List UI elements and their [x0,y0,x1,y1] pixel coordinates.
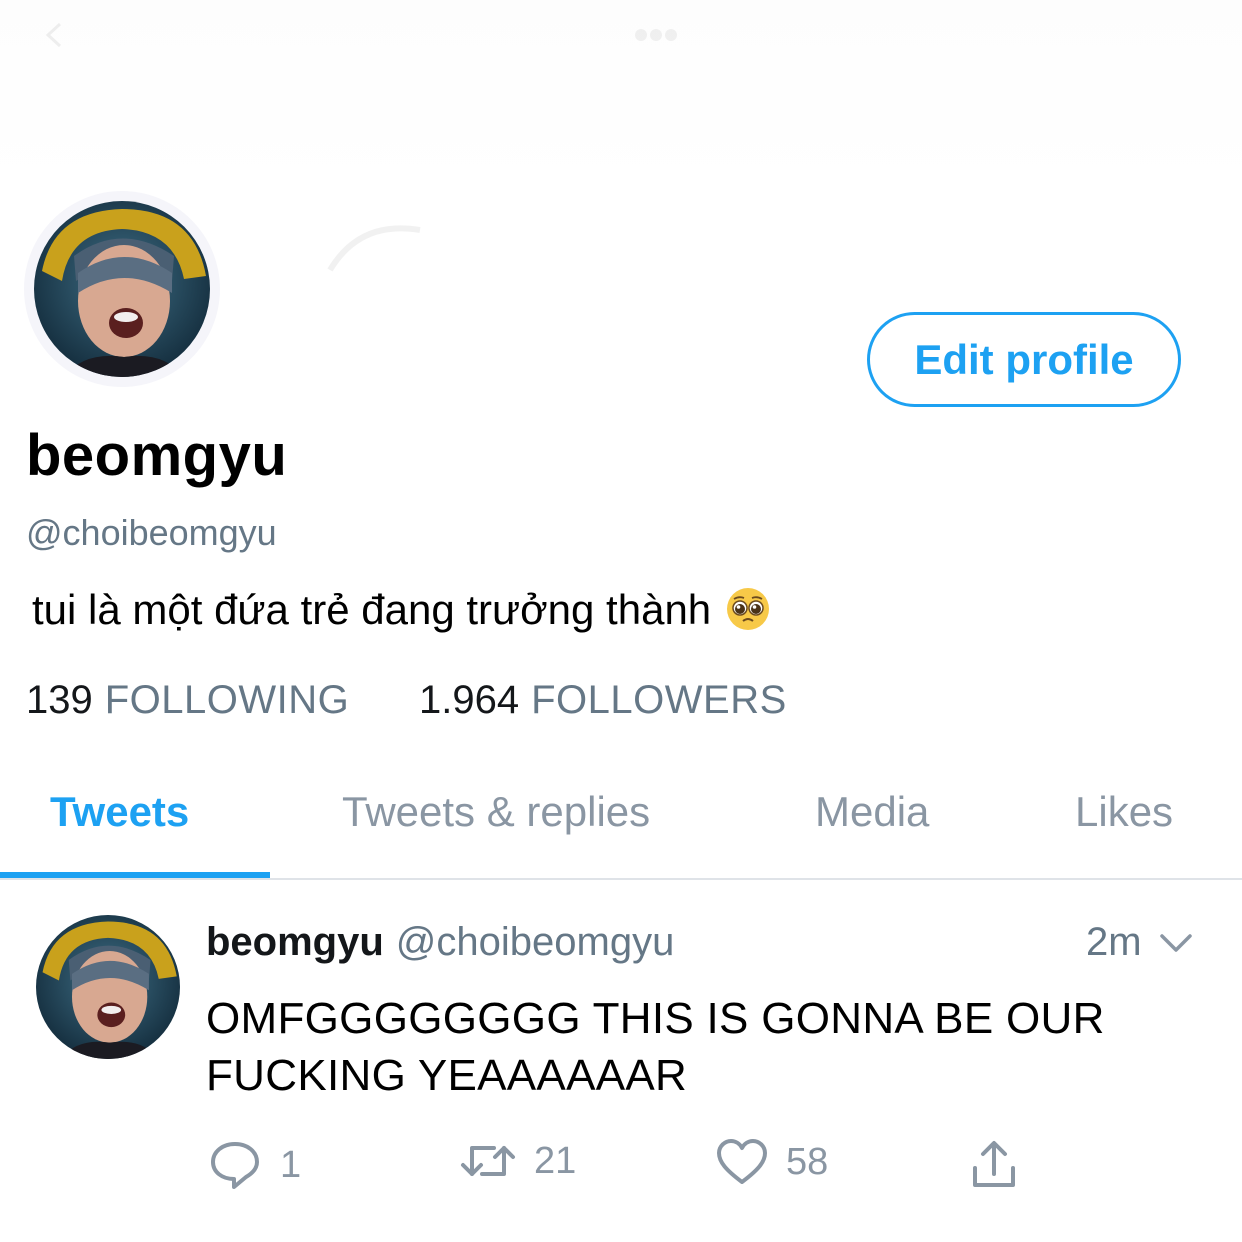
more-icon[interactable] [626,10,686,60]
tweet-header: beomgyu @choibeomgyu [206,920,674,965]
following-stat[interactable]: 139 FOLLOWING [26,678,349,723]
share-icon [973,1141,1015,1187]
followers-count: 1.964 [419,678,520,722]
profile-display-name: beomgyu [26,423,288,488]
tweet-author-name[interactable]: beomgyu [206,920,384,964]
tweet-avatar[interactable] [36,915,180,1059]
tab-tweets[interactable]: Tweets [50,788,189,836]
back-arrow-icon[interactable] [40,20,70,50]
tab-tweets-and-replies[interactable]: Tweets & replies [342,788,650,836]
bio-text: tui là một đứa trẻ đang trưởng thành [32,586,712,633]
tweet-author-handle[interactable]: @choibeomgyu [396,920,675,964]
header-graphic-icon [327,225,421,272]
profile-handle: @choibeomgyu [26,512,277,553]
reply-icon [211,1142,259,1189]
reply-button[interactable]: 1 [208,1138,301,1192]
retweet-button[interactable]: 21 [460,1138,576,1184]
tweet-text: OMFGGGGGGGG THIS IS GONNA BE OUR FUCKING… [206,994,1105,1100]
tab-media[interactable]: Media [815,788,929,836]
reply-count: 1 [280,1143,302,1186]
tab-likes[interactable]: Likes [1075,788,1173,836]
retweet-count: 21 [534,1139,577,1182]
retweet-icon [461,1146,515,1176]
following-count: 139 [26,678,93,722]
followers-stat[interactable]: 1.964 FOLLOWERS [419,678,787,723]
share-button[interactable] [970,1138,1018,1190]
followers-label: FOLLOWERS [531,678,787,722]
following-label: FOLLOWING [104,678,350,722]
profile-page: Edit profile beomgyu @choibeomgyu tui là… [0,0,1242,1242]
like-count: 58 [786,1140,829,1183]
profile-bio: tui là một đứa trẻ đang trưởng thành [32,586,771,636]
heart-icon [717,1139,767,1184]
pleading-face-icon [727,587,770,630]
tab-divider [0,878,1242,880]
edit-profile-button[interactable]: Edit profile [867,312,1181,407]
header-banner [0,0,1242,190]
like-button[interactable]: 58 [716,1138,828,1186]
profile-avatar[interactable] [24,191,220,387]
tweet-timestamp: 2m [1086,920,1142,964]
avatar-photo [34,201,210,377]
chevron-down-icon[interactable] [1156,928,1196,958]
